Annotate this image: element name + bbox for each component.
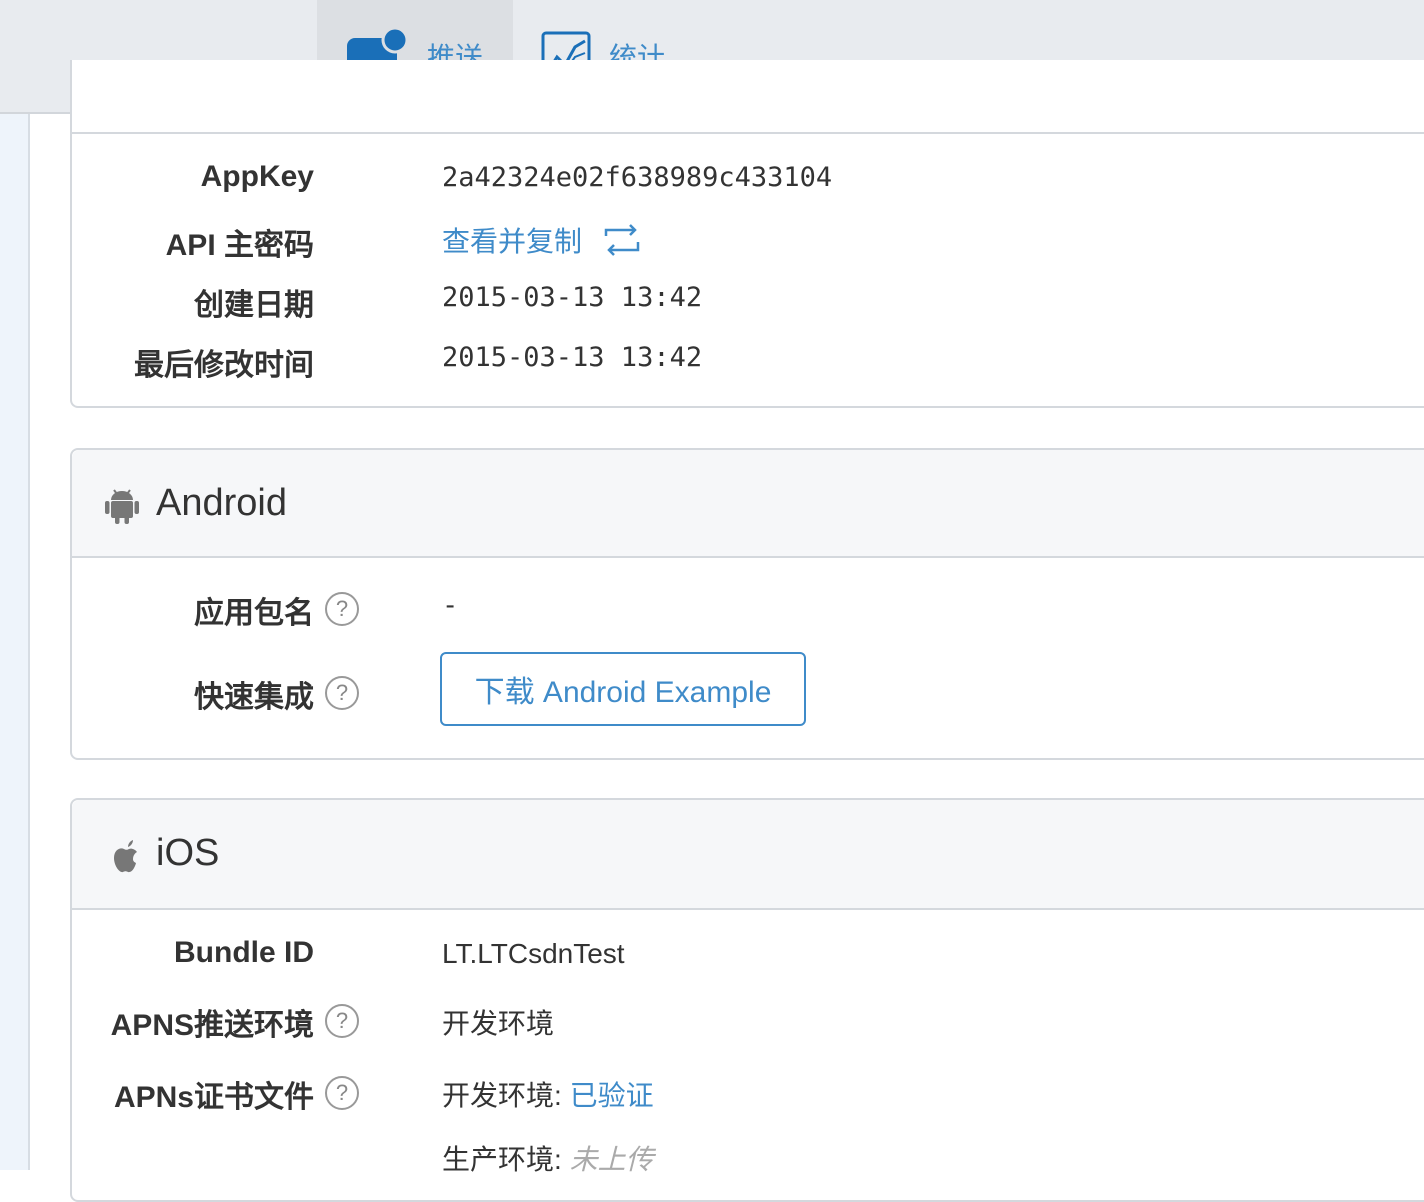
help-icon[interactable]: ? <box>325 1004 359 1038</box>
bundle-id-row: Bundle ID LT.LTCsdnTest <box>72 936 1424 986</box>
ios-title: iOS <box>156 832 220 874</box>
apns-env-row: APNS推送环境 ? 开发环境 <box>72 1000 1424 1050</box>
app-info-panel: AppKey 2a42324e02f638989c433104 API 主密码 … <box>70 60 1424 408</box>
appkey-row: AppKey 2a42324e02f638989c433104 <box>72 160 1424 210</box>
bundle-id-value: LT.LTCsdnTest <box>442 938 625 969</box>
help-icon[interactable]: ? <box>325 1076 359 1110</box>
divider <box>72 132 1424 134</box>
left-rail <box>0 114 30 1170</box>
android-panel: Android 应用包名 ? - 快速集成 ? 下载 Android Examp… <box>70 448 1424 760</box>
dev-env-label: 开发环境: <box>442 1080 562 1111</box>
dev-cert-status-link[interactable]: 已验证 <box>570 1080 654 1111</box>
quick-integrate-label: 快速集成 <box>194 681 314 714</box>
created-date-label: 创建日期 <box>194 289 314 322</box>
appkey-value: 2a42324e02f638989c433104 <box>442 162 833 193</box>
apns-cert-label: APNs证书文件 <box>113 1081 314 1114</box>
apns-prod-cert: 生产环境: 未上传 <box>442 1138 654 1178</box>
prod-env-label: 生产环境: <box>442 1144 562 1175</box>
ios-panel: iOS Bundle ID LT.LTCsdnTest APNS推送环境 ? 开… <box>70 798 1424 1202</box>
help-icon[interactable]: ? <box>325 592 359 626</box>
ios-panel-header: iOS <box>72 800 1424 910</box>
modified-time-label: 最后修改时间 <box>134 349 314 382</box>
android-panel-header: Android <box>72 450 1424 558</box>
api-secret-label: API 主密码 <box>165 229 314 262</box>
apns-env-value: 开发环境 <box>442 1008 555 1039</box>
package-name-row: 应用包名 ? - <box>72 588 1424 638</box>
modified-time-row: 最后修改时间 2015-03-13 13:42 <box>72 340 1424 390</box>
android-icon <box>105 489 139 524</box>
apple-icon <box>114 840 137 873</box>
modified-time-value: 2015-03-13 13:42 <box>442 342 703 373</box>
copy-refresh-icon[interactable] <box>602 224 642 258</box>
view-copy-secret-link[interactable]: 查看并复制 <box>442 220 582 260</box>
apns-dev-cert: 开发环境: 已验证 <box>442 1074 654 1114</box>
bundle-id-label: Bundle ID <box>174 936 314 969</box>
apns-cert-row: APNs证书文件 ? 开发环境: 已验证 <box>72 1072 1424 1122</box>
download-android-example-button[interactable]: 下载 Android Example <box>440 652 806 726</box>
package-name-value: - <box>442 590 459 621</box>
appkey-label: AppKey <box>200 160 314 193</box>
apns-env-label: APNS推送环境 <box>110 1009 314 1042</box>
created-date-value: 2015-03-13 13:42 <box>442 282 703 313</box>
android-title: Android <box>156 482 287 524</box>
created-date-row: 创建日期 2015-03-13 13:42 <box>72 280 1424 330</box>
help-icon[interactable]: ? <box>325 676 359 710</box>
api-secret-row: API 主密码 查看并复制 <box>72 220 1424 270</box>
package-name-label: 应用包名 <box>194 597 314 630</box>
apns-prod-row: 生产环境: 未上传 <box>72 1136 1424 1186</box>
prod-cert-status: 未上传 <box>569 1144 654 1175</box>
